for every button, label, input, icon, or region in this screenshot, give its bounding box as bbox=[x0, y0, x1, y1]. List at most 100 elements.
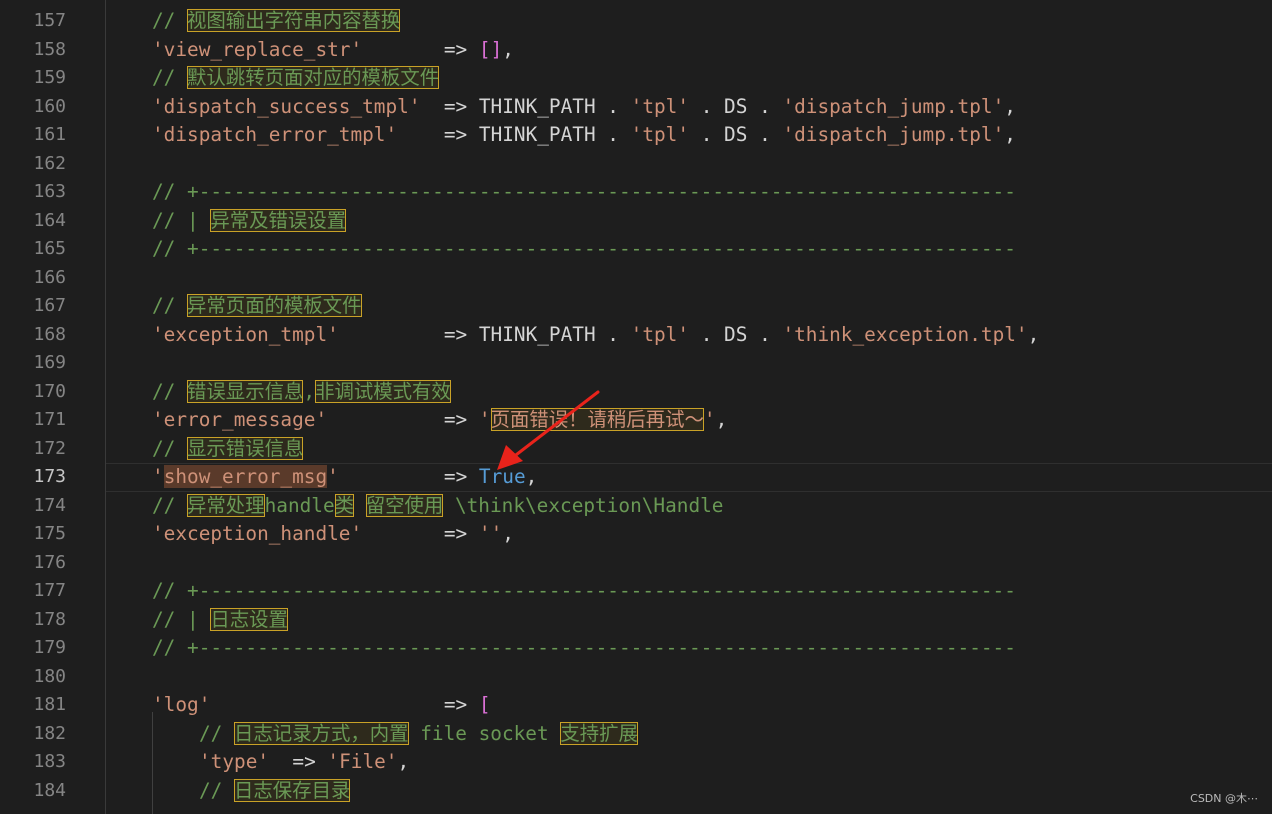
code-line[interactable]: // 日志记录方式，内置 file socket 支持扩展 bbox=[106, 720, 1272, 749]
code-token: ' bbox=[327, 465, 339, 488]
code-token: . DS . bbox=[689, 123, 783, 146]
code-line-text: // 异常页面的模板文件 bbox=[152, 292, 362, 321]
code-line[interactable]: // 默认跳转页面对应的模板文件 bbox=[106, 64, 1272, 93]
highlighted-token: 留空使用 bbox=[365, 493, 444, 517]
code-line[interactable]: // +------------------------------------… bbox=[106, 178, 1272, 207]
line-number: 166 bbox=[33, 266, 66, 288]
code-line[interactable]: // 视图输出字符串内容替换 bbox=[106, 7, 1272, 36]
line-number: 180 bbox=[33, 665, 66, 687]
code-token: // bbox=[152, 294, 188, 317]
code-line-text: // 异常处理handle类 留空使用 \think\exception\Han… bbox=[152, 492, 723, 521]
code-token: ' bbox=[703, 408, 716, 431]
code-line[interactable]: 'error_message' => '页面错误！请稍后再试～', bbox=[106, 406, 1272, 435]
code-token: handle bbox=[264, 493, 335, 517]
code-line-text: // 日志保存目录 bbox=[199, 777, 351, 806]
highlighted-token: 异常页面的模板文件 bbox=[187, 294, 362, 317]
code-line[interactable]: 'exception_handle' => '', bbox=[106, 520, 1272, 549]
code-token: , bbox=[715, 408, 728, 431]
code-editor[interactable]: 157 158 159 160 161 162 163 164 165 166 167 168 169 1… bbox=[0, 0, 1272, 814]
code-line[interactable]: // +------------------------------------… bbox=[106, 235, 1272, 264]
code-line-text: 'dispatch_error_tmpl' => THINK_PATH . 't… bbox=[152, 121, 1016, 150]
code-line[interactable]: // | 异常及错误设置 bbox=[106, 207, 1272, 236]
code-line[interactable]: // +------------------------------------… bbox=[106, 577, 1272, 606]
code-line[interactable] bbox=[106, 150, 1272, 179]
code-token: // bbox=[152, 436, 188, 460]
code-line-text: 'view_replace_str' => [], bbox=[152, 36, 514, 65]
code-line[interactable]: 'type' => 'File', bbox=[106, 748, 1272, 777]
code-area[interactable]: // 视图输出字符串内容替换'view_replace_str' => [], /… bbox=[106, 0, 1272, 814]
code-line-current[interactable]: 'show_error_msg' => True, bbox=[106, 463, 1272, 492]
line-number-gutter: 157 158 159 160 161 162 163 164 165 166 167 168 169 1… bbox=[0, 0, 105, 814]
code-token: 'tpl' bbox=[630, 322, 690, 346]
code-line[interactable]: 'dispatch_error_tmpl' => THINK_PATH . 't… bbox=[106, 121, 1272, 150]
line-number: 182 bbox=[33, 722, 66, 744]
code-line[interactable] bbox=[106, 663, 1272, 692]
code-line-text: // 日志记录方式，内置 file socket 支持扩展 bbox=[199, 720, 638, 749]
code-line-text: // +------------------------------------… bbox=[152, 235, 1016, 264]
highlighted-token: 非调试模式有效 bbox=[315, 379, 451, 403]
code-token: => bbox=[338, 465, 479, 488]
line-number: 158 bbox=[33, 38, 66, 60]
highlighted-token: 显示错误信息 bbox=[187, 436, 304, 460]
line-number: 184 bbox=[33, 779, 66, 801]
highlighted-token: 日志记录方式，内置 bbox=[234, 721, 409, 745]
code-line[interactable]: // 错误显示信息,非调试模式有效 bbox=[106, 378, 1272, 407]
code-token: 'tpl' bbox=[630, 94, 690, 118]
code-token: // +------------------------------------… bbox=[152, 579, 1016, 602]
watermark: CSDN @木⋯ bbox=[1190, 792, 1258, 805]
code-line-text: 'type' => 'File', bbox=[199, 748, 409, 777]
code-line[interactable]: 'exception_tmpl' => THINK_PATH . 'tpl' .… bbox=[106, 321, 1272, 350]
code-line-text: // +------------------------------------… bbox=[152, 634, 1016, 663]
code-line[interactable] bbox=[106, 349, 1272, 378]
code-token: , bbox=[502, 522, 514, 545]
code-token: , bbox=[1027, 322, 1040, 346]
code-token: 'tpl' bbox=[630, 123, 690, 146]
highlighted-token: 支持扩展 bbox=[560, 721, 638, 745]
code-token: 'type' bbox=[199, 750, 270, 773]
code-line-text: 'dispatch_success_tmpl' => THINK_PATH . … bbox=[152, 93, 1016, 122]
code-line-text: 'log' => [ bbox=[152, 691, 491, 720]
code-line[interactable]: // 日志保存目录 bbox=[106, 777, 1272, 806]
code-line-text: 'show_error_msg' => True, bbox=[152, 463, 537, 492]
code-token: 'think_exception.tpl' bbox=[782, 322, 1028, 346]
code-token: // bbox=[199, 778, 235, 802]
code-token: , bbox=[1004, 94, 1016, 118]
code-line[interactable]: // 异常页面的模板文件 bbox=[106, 292, 1272, 321]
code-line[interactable] bbox=[106, 264, 1272, 293]
code-line[interactable]: // 显示错误信息 bbox=[106, 435, 1272, 464]
code-line-text: // +------------------------------------… bbox=[152, 178, 1016, 207]
code-line[interactable]: 'dispatch_success_tmpl' => THINK_PATH . … bbox=[106, 93, 1272, 122]
code-line[interactable]: 'log' => [ bbox=[106, 691, 1272, 720]
code-token: \think\exception\Handle bbox=[443, 493, 724, 517]
code-token: 'exception_handle' bbox=[152, 522, 363, 545]
code-token: [ bbox=[478, 693, 491, 716]
code-line-text: 'exception_handle' => '', bbox=[152, 520, 514, 549]
line-number: 171 bbox=[33, 409, 66, 430]
code-token: , bbox=[397, 750, 410, 773]
line-number: 165 bbox=[33, 238, 66, 259]
line-number: 161 bbox=[33, 124, 66, 145]
code-token: 'dispatch_error_tmpl' bbox=[152, 123, 398, 146]
highlighted-token: 异常处理 bbox=[187, 493, 265, 517]
code-line[interactable] bbox=[106, 549, 1272, 578]
code-line[interactable]: // | 日志设置 bbox=[106, 606, 1272, 635]
code-token: 'log' bbox=[152, 693, 211, 716]
line-number: 159 bbox=[33, 67, 66, 88]
line-number: 183 bbox=[33, 751, 66, 772]
code-token: => THINK_PATH . bbox=[420, 94, 631, 118]
code-line-text: // 显示错误信息 bbox=[152, 435, 304, 464]
line-number: 164 bbox=[33, 209, 66, 231]
code-line[interactable]: 'view_replace_str' => [], bbox=[106, 36, 1272, 65]
code-token: // bbox=[199, 721, 235, 745]
code-token: True bbox=[478, 465, 526, 488]
code-line-text: // 视图输出字符串内容替换 bbox=[152, 7, 401, 36]
code-token: => bbox=[269, 750, 328, 773]
code-token: => bbox=[362, 37, 479, 61]
code-token: , bbox=[1004, 123, 1016, 146]
code-line-text: // | 异常及错误设置 bbox=[152, 207, 347, 236]
code-line[interactable]: // +------------------------------------… bbox=[106, 634, 1272, 663]
code-token: // bbox=[152, 66, 188, 89]
line-number: 179 bbox=[33, 637, 66, 658]
code-line[interactable]: // 异常处理handle类 留空使用 \think\exception\Han… bbox=[106, 492, 1272, 521]
code-token: . DS . bbox=[689, 322, 783, 346]
